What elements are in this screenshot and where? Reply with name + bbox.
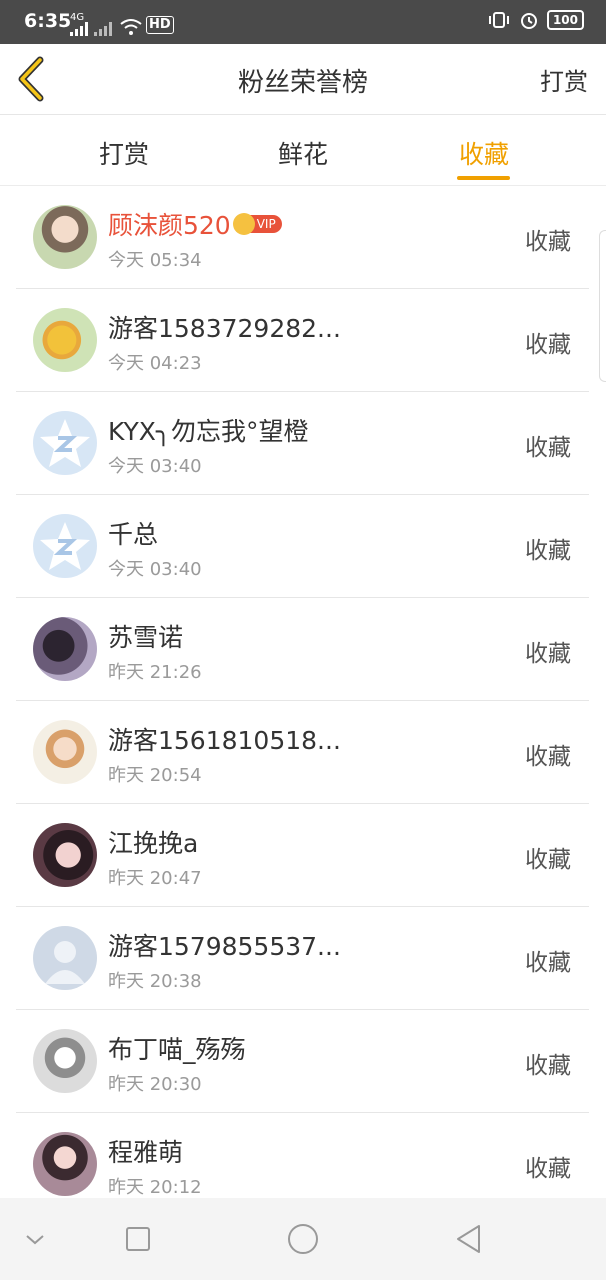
action-label: 收藏 <box>525 332 571 358</box>
action-label: 收藏 <box>525 1053 571 1079</box>
avatar <box>33 926 97 990</box>
avatar <box>33 1132 97 1196</box>
action-label: 收藏 <box>525 847 571 873</box>
default-avatar-icon <box>40 419 90 467</box>
action-label: 收藏 <box>525 744 571 770</box>
avatar <box>33 617 97 681</box>
crown-icon <box>232 213 255 235</box>
user-name: 江挽挽a <box>108 829 199 858</box>
status-right: 100 <box>487 10 584 30</box>
status-bar: 6:35 4G HD 100 <box>0 0 606 44</box>
battery-indicator: 100 <box>546 10 584 30</box>
header: 粉丝荣誉榜 打赏 <box>0 44 606 115</box>
user-name: 顾沫颜520 VIP <box>108 206 282 242</box>
avatar <box>33 308 97 372</box>
wifi-icon <box>120 19 142 35</box>
user-name: 布丁喵_殇殇 <box>108 1035 246 1064</box>
tab-reward[interactable]: 打赏 <box>64 135 184 171</box>
user-name: 程雅萌 <box>108 1138 184 1167</box>
alarm-icon <box>520 13 537 29</box>
user-name: 千总 <box>108 520 159 549</box>
default-avatar-icon <box>40 522 90 570</box>
system-nav-bar <box>0 1198 606 1280</box>
action-label: 收藏 <box>525 229 571 255</box>
page-title: 粉丝荣誉榜 <box>237 68 368 98</box>
timestamp: 昨天 20:54 <box>108 765 202 786</box>
list-item[interactable]: 江挽挽a 昨天 20:47 收藏 <box>16 804 589 907</box>
list-item[interactable]: 千总 今天 03:40 收藏 <box>16 495 589 598</box>
timestamp: 昨天 20:38 <box>108 971 202 992</box>
avatar <box>33 205 97 269</box>
recent-apps-icon[interactable] <box>121 1222 155 1256</box>
timestamp: 今天 03:40 <box>108 559 202 580</box>
active-tab-indicator <box>457 176 510 180</box>
user-name: 游客1561810518... <box>108 726 341 755</box>
vip-badge: VIP <box>232 213 282 235</box>
avatar <box>33 411 97 475</box>
timestamp: 今天 05:34 <box>108 250 202 271</box>
home-icon[interactable] <box>286 1222 320 1256</box>
list-item[interactable]: 布丁喵_殇殇 昨天 20:30 收藏 <box>16 1010 589 1113</box>
fan-list: 顾沫颜520 VIP 今天 05:34 收藏 游客1583729282... 今天… <box>0 186 606 1215</box>
action-label: 收藏 <box>525 1156 571 1182</box>
back-icon[interactable] <box>452 1222 486 1256</box>
chevron-down-icon[interactable] <box>18 1222 52 1256</box>
timestamp: 昨天 20:30 <box>108 1074 202 1095</box>
user-name-text: 顾沫颜520 <box>108 211 231 240</box>
avatar <box>33 1029 97 1093</box>
list-item[interactable]: 游客1583729282... 今天 04:23 收藏 <box>16 289 589 392</box>
user-name: 游客1583729282... <box>108 314 341 343</box>
list-item[interactable]: 游客1579855537... 昨天 20:38 收藏 <box>16 907 589 1010</box>
timestamp: 昨天 20:47 <box>108 868 202 889</box>
timestamp: 今天 04:23 <box>108 353 202 374</box>
list-item[interactable]: 苏雪诺 昨天 21:26 收藏 <box>16 598 589 701</box>
action-label: 收藏 <box>525 435 571 461</box>
action-label: 收藏 <box>525 641 571 667</box>
action-label: 收藏 <box>525 950 571 976</box>
avatar <box>33 720 97 784</box>
user-name: KYX╮勿忘我°望橙 <box>108 417 309 446</box>
vibrate-icon <box>488 12 509 28</box>
status-time: 6:35 <box>24 10 72 32</box>
action-label: 收藏 <box>525 538 571 564</box>
tab-collect[interactable]: 收藏 <box>424 135 544 171</box>
default-person-icon <box>45 941 85 984</box>
list-item[interactable]: 顾沫颜520 VIP 今天 05:34 收藏 <box>16 186 589 289</box>
hd-icon: HD <box>146 16 174 34</box>
list-item[interactable]: 游客1561810518... 昨天 20:54 收藏 <box>16 701 589 804</box>
tab-flowers[interactable]: 鲜花 <box>243 135 363 171</box>
timestamp: 今天 03:40 <box>108 456 202 477</box>
reward-button[interactable]: 打赏 <box>540 62 588 97</box>
user-name: 苏雪诺 <box>108 623 184 652</box>
avatar <box>33 823 97 887</box>
timestamp: 昨天 21:26 <box>108 662 202 683</box>
signal-icon <box>70 22 88 36</box>
list-item[interactable]: KYX╮勿忘我°望橙 今天 03:40 收藏 <box>16 392 589 495</box>
signal-2-icon <box>94 22 112 36</box>
avatar <box>33 514 97 578</box>
timestamp: 昨天 20:12 <box>108 1177 202 1198</box>
user-name: 游客1579855537... <box>108 932 341 961</box>
tab-bar: 打赏 鲜花 收藏 <box>0 115 606 186</box>
